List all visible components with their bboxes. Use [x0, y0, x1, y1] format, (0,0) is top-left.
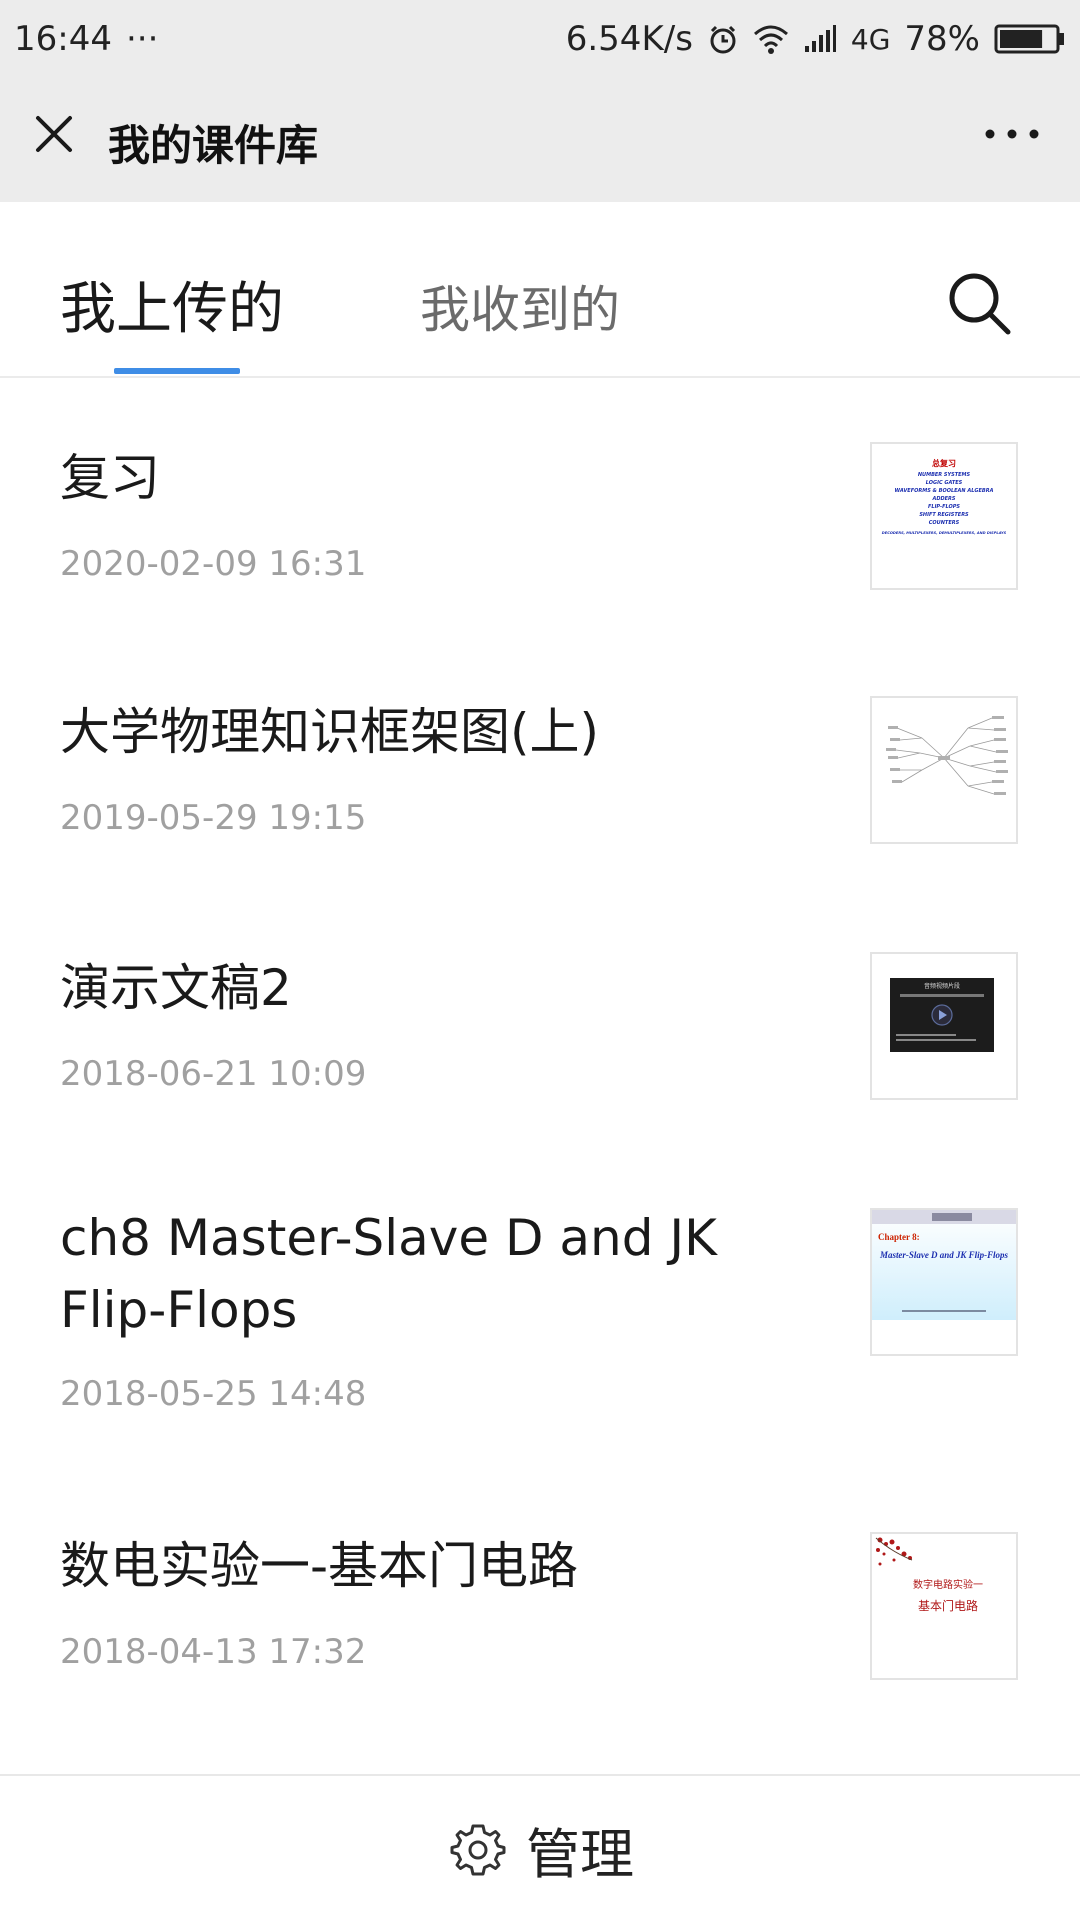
- status-bar: 16:44 ··· 6.54K/s 4G 78%: [0, 0, 1080, 78]
- item-title: ch8 Master-Slave D and JK Flip-Flops: [60, 1209, 717, 1339]
- close-icon[interactable]: [30, 110, 78, 158]
- tab-bar: 我上传的 我收到的: [0, 202, 1080, 378]
- t5-line2: 基本门电路: [918, 1598, 978, 1613]
- lab-slide: 数字电路实验一 基本门电路: [875, 1537, 983, 1613]
- item-date: 2019-05-29 19:15: [60, 798, 367, 838]
- search-icon[interactable]: [944, 268, 1014, 338]
- active-tab-indicator: [114, 368, 240, 374]
- status-dots: ···: [125, 19, 159, 59]
- title-bar: 我的课件库: [0, 78, 1080, 202]
- manage-label: 管理: [526, 1823, 634, 1886]
- gear-icon: [450, 1824, 506, 1875]
- wifi-icon: [753, 25, 788, 54]
- t1-heading: 总复习: [932, 458, 956, 468]
- status-time: 16:44: [14, 19, 112, 59]
- t1-line: SHIFT REGISTERS: [919, 512, 969, 518]
- list-item[interactable]: 演示文稿2 2018-06-21 10:09 音频视频片段: [0, 890, 1080, 1146]
- t1-line: ADDERS: [931, 496, 955, 502]
- item-date: 2018-04-13 17:32: [60, 1632, 367, 1672]
- item-title: 复习: [60, 449, 160, 507]
- video-slide: 音频视频片段: [890, 978, 994, 1052]
- item-title: 大学物理知识框架图(上): [60, 703, 600, 761]
- signal-icon: [804, 25, 836, 52]
- list-item[interactable]: 数电实验一-基本门电路 2018-04-13 17:32 数字电路实验一 基本门…: [0, 1472, 1080, 1732]
- network-speed: 6.54K/s: [565, 19, 693, 59]
- list-item[interactable]: 大学物理知识框架图(上) 2019-05-29 19:15: [0, 634, 1080, 890]
- list-item[interactable]: 复习 2020-02-09 16:31 总复习 NUMBER SYSTEMS L…: [0, 380, 1080, 634]
- item-date: 2018-06-21 10:09: [60, 1054, 367, 1094]
- item-thumbnail: 数字电路实验一 基本门电路: [870, 1532, 1018, 1680]
- number-systems-slide: 总复习 NUMBER SYSTEMS LOGIC GATES WAVEFORMS…: [882, 458, 1007, 535]
- item-thumbnail: Chapter 8: Master-Slave D and JK Flip-Fl…: [870, 1208, 1018, 1356]
- item-title: 演示文稿2: [60, 959, 292, 1017]
- list-item[interactable]: ch8 Master-Slave D and JK Flip-Flops 201…: [0, 1146, 1080, 1472]
- item-date: 2018-05-25 14:48: [60, 1374, 367, 1414]
- t1-line: COUNTERS: [929, 520, 960, 526]
- manage-button[interactable]: 管理: [450, 1810, 634, 1889]
- network-type: 4G: [850, 22, 891, 56]
- tab-received[interactable]: 我收到的: [420, 270, 620, 342]
- mind-map-slide: [886, 716, 1008, 795]
- t1-line: LOGIC GATES: [926, 480, 963, 486]
- t5-line1: 数字电路实验一: [913, 1578, 983, 1591]
- t1-line: NUMBER SYSTEMS: [918, 472, 971, 478]
- page-title: 我的课件库: [108, 121, 319, 170]
- t4-title: Master-Slave D and JK Flip-Flops: [879, 1250, 1008, 1260]
- more-icon[interactable]: [984, 126, 1040, 142]
- bottom-bar: 管理: [0, 1774, 1080, 1920]
- t1-line: FLIP-FLOPS: [928, 504, 960, 510]
- chapter-slide: Chapter 8: Master-Slave D and JK Flip-Fl…: [872, 1210, 1016, 1320]
- item-thumbnail: 总复习 NUMBER SYSTEMS LOGIC GATES WAVEFORMS…: [870, 442, 1018, 590]
- alarm-icon: [710, 25, 736, 54]
- battery-percent: 78%: [904, 19, 980, 59]
- t3-heading: 音频视频片段: [924, 982, 960, 990]
- item-date: 2020-02-09 16:31: [60, 544, 367, 584]
- t1-line: WAVEFORMS & BOOLEAN ALGEBRA: [895, 488, 994, 494]
- item-thumbnail: 音频视频片段: [870, 952, 1018, 1100]
- tab-uploaded[interactable]: 我上传的: [60, 264, 284, 345]
- t4-chapter: Chapter 8:: [878, 1232, 920, 1242]
- t1-line: DECODERS, MULTIPLEXERS, DEMULTIPLEXERS, …: [882, 531, 1007, 535]
- battery-icon: [994, 24, 1064, 54]
- item-thumbnail: [870, 696, 1018, 844]
- item-title: 数电实验一-基本门电路: [60, 1537, 579, 1595]
